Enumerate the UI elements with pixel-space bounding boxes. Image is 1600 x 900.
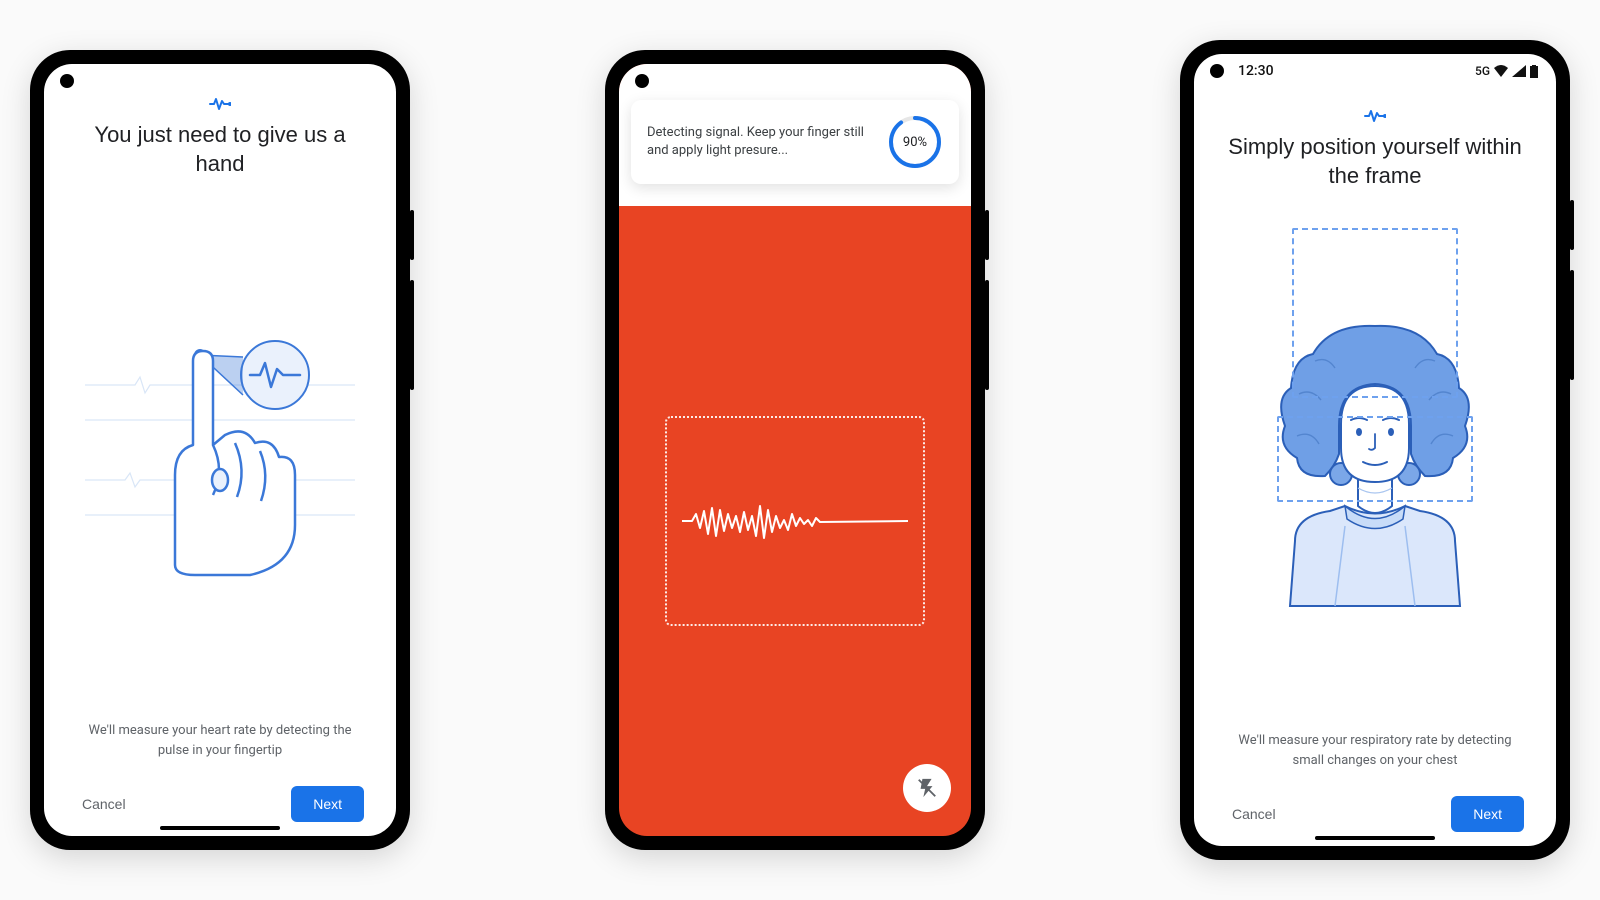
wifi-icon [1494,65,1508,77]
status-network-label: 5G [1475,64,1490,78]
next-button[interactable]: Next [1451,796,1524,832]
power-button [985,210,989,260]
flash-off-icon [916,777,938,799]
volume-button [1570,270,1574,380]
status-time: 12:30 [1238,63,1274,79]
camera-hole [60,74,74,88]
status-card-text: Detecting signal. Keep your finger still… [647,124,875,160]
progress-label: 90% [887,114,943,170]
phone-mockup-heart-rate-intro: You just need to give us a hand [30,50,410,850]
status-bar: 12:30 5G [1194,54,1556,88]
nav-gesture-pill [160,826,280,830]
face-frame-guide [1292,228,1458,398]
flash-toggle-button[interactable] [903,764,951,812]
volume-button [410,280,414,390]
power-button [1570,200,1574,250]
camera-hole [635,74,649,88]
pulse-icon [72,96,368,115]
chest-frame-guide [1277,416,1473,502]
power-button [410,210,414,260]
progress-ring: 90% [887,114,943,170]
cancel-button[interactable]: Cancel [1226,798,1282,830]
next-button[interactable]: Next [291,786,364,822]
phone-mockup-respiratory-intro: 12:30 5G Simply position yourself within… [1180,40,1570,860]
heart-rate-illustration [72,188,368,721]
description-text: We'll measure your heart rate by detecti… [72,721,368,778]
respiratory-illustration [1222,200,1528,731]
phone-mockup-heart-rate-measuring: Detecting signal. Keep your finger still… [605,50,985,850]
pulse-icon [1222,108,1528,127]
camera-hole [1210,64,1224,78]
waveform-icon [680,486,910,556]
finger-target-box [665,416,925,626]
volume-button [985,280,989,390]
cancel-button[interactable]: Cancel [76,788,132,820]
description-text: We'll measure your respiratory rate by d… [1222,731,1528,788]
page-title: Simply position yourself within the fram… [1222,133,1528,190]
nav-gesture-pill [1315,836,1435,840]
signal-icon [1512,65,1526,77]
page-title: You just need to give us a hand [72,121,368,178]
camera-viewfinder [619,206,971,836]
status-card: Detecting signal. Keep your finger still… [631,100,959,184]
battery-icon [1530,65,1538,78]
